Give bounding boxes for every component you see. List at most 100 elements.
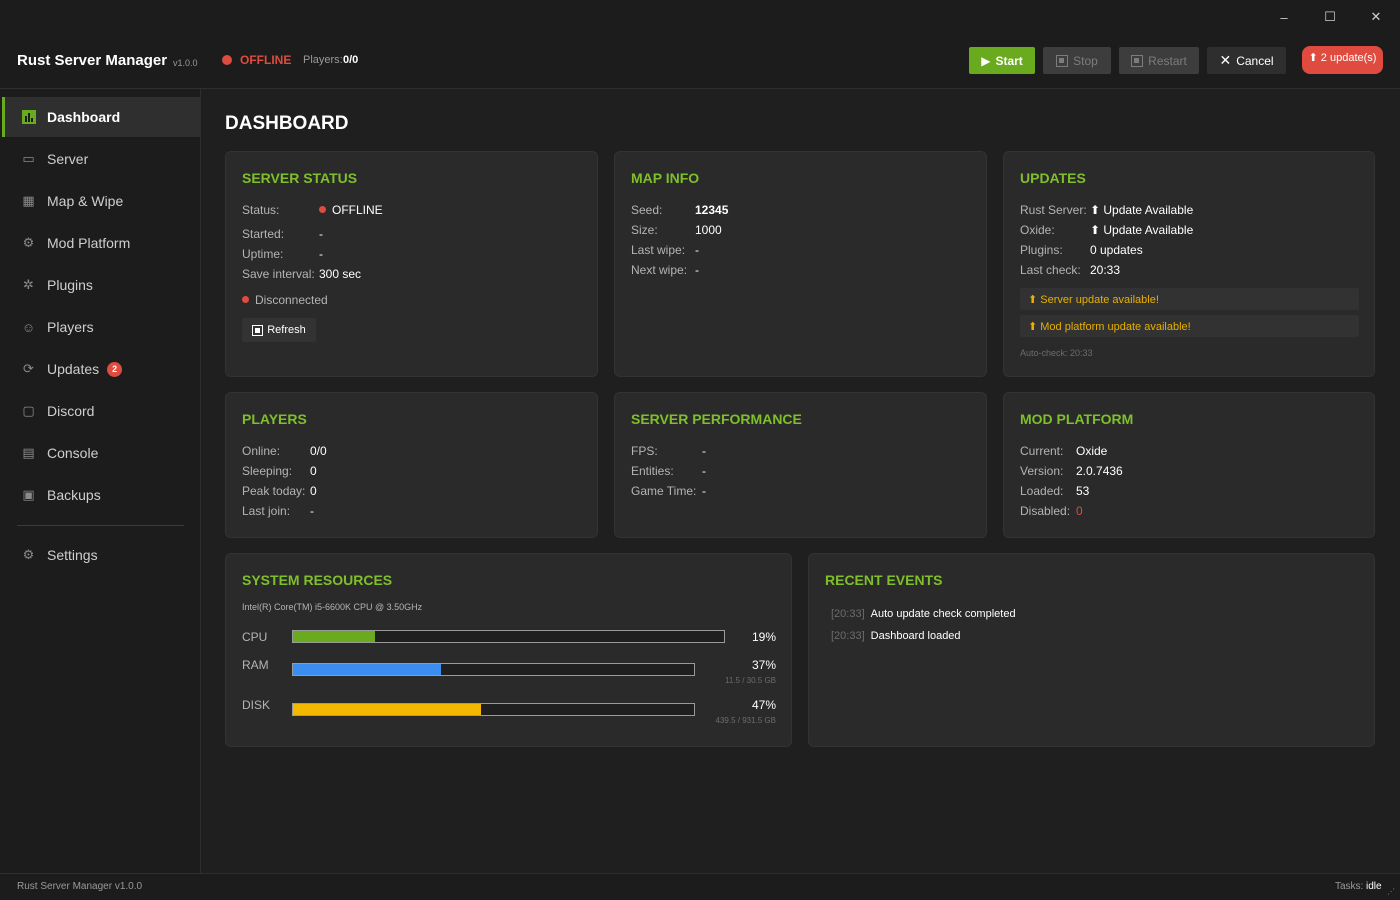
- stop-icon: [1056, 54, 1069, 67]
- save-interval-row: Save interval: 300 sec: [242, 267, 362, 281]
- fps-row: FPS: -: [631, 444, 706, 458]
- minimize-button[interactable]: –: [1261, 0, 1307, 34]
- cpu-usage-fill: [293, 631, 375, 642]
- seed-row: Seed: 12345: [631, 203, 729, 217]
- dashboard-icon: [20, 109, 37, 126]
- plugins-update-row: Plugins: 0 updates: [1020, 243, 1143, 257]
- sidebar-item-plugins[interactable]: ✲ Plugins: [2, 265, 200, 305]
- status-bar: Rust Server Manager v1.0.0 Tasks: idle ⋰: [0, 873, 1400, 900]
- close-window-button[interactable]: ✕: [1353, 0, 1399, 34]
- players-card: PLAYERS Online: 0/0 Sleeping: 0 Peak today…: [225, 392, 598, 538]
- loaded-row: Loaded: 53: [1020, 484, 1090, 498]
- cancel-button-label: Cancel: [1236, 53, 1274, 68]
- system-resources-card: SYSTEM RESOURCES Intel(R) Core(TM) i5-66…: [225, 553, 792, 747]
- cpu-percent: 19%: [751, 630, 776, 644]
- size-row: Size: 1000: [631, 223, 722, 237]
- tasks-status: idle: [1366, 881, 1382, 892]
- disk-label: DISK: [242, 698, 271, 712]
- sidebar-item-label: Updates: [47, 361, 100, 377]
- disk-usage-fill: [293, 704, 482, 715]
- next-wipe-row: Next wipe: -: [631, 263, 699, 277]
- tasks-label: Tasks:: [1335, 881, 1364, 892]
- title-bar: – ☐ ✕: [0, 0, 1400, 34]
- recent-events-card: RECENT EVENTS [20:33] Auto update check c…: [808, 553, 1375, 747]
- app-version: v1.0.0: [173, 58, 198, 68]
- updates-icon: ⟳: [23, 361, 34, 376]
- updates-card: UPDATES Rust Server: ⬆ Update Available O…: [1003, 151, 1375, 377]
- page-title: DASHBOARD: [225, 113, 349, 134]
- app-header: Rust Server Manager v1.0.0 OFFLINE Playe…: [0, 34, 1400, 89]
- maximize-button[interactable]: ☐: [1307, 0, 1353, 34]
- platform-version-row: Version: 2.0.7436: [1020, 464, 1123, 478]
- last-wipe-row: Last wipe: -: [631, 243, 699, 257]
- peak-today-row: Peak today: 0: [242, 484, 317, 498]
- resize-grip-icon[interactable]: ⋰: [1387, 887, 1397, 897]
- sidebar-item-dashboard[interactable]: Dashboard: [2, 97, 200, 137]
- server-update-alert[interactable]: ⬆ Server update available!: [1020, 288, 1359, 310]
- sidebar-item-label: Players: [47, 319, 94, 335]
- sidebar-item-map-wipe[interactable]: ▦ Map & Wipe: [2, 181, 200, 221]
- updates-button[interactable]: ⬆ 2 update(s): [1302, 46, 1383, 74]
- sleeping-row: Sleeping: 0: [242, 464, 317, 478]
- oxide-update-row: Oxide: ⬆ Update Available: [1020, 223, 1194, 237]
- start-button[interactable]: ▶ Start: [969, 47, 1035, 74]
- game-time-row: Game Time: -: [631, 484, 706, 498]
- play-icon: ▶: [981, 53, 991, 68]
- status-dot-icon: [222, 55, 232, 65]
- online-row: Online: 0/0: [242, 444, 327, 458]
- event-item: [20:33] Auto update check completed: [831, 608, 1016, 620]
- map-icon: ▦: [22, 193, 35, 208]
- status-row: Status: OFFLINE: [242, 203, 383, 217]
- card-title: MOD PLATFORM: [1020, 411, 1134, 427]
- status-bar-app-version: Rust Server Manager v1.0.0: [17, 881, 143, 892]
- sidebar-item-updates[interactable]: ⟳ Updates 2: [2, 349, 200, 389]
- disabled-row: Disabled: 0: [1020, 504, 1083, 518]
- ram-usage-fill: [293, 664, 442, 675]
- server-icon: ▭: [22, 151, 35, 166]
- card-title: SERVER PERFORMANCE: [631, 411, 802, 427]
- status-value: OFFLINE: [332, 203, 383, 217]
- refresh-icon: [252, 324, 264, 336]
- sidebar-item-label: Settings: [47, 547, 98, 563]
- sidebar-item-server[interactable]: ▭ Server: [2, 139, 200, 179]
- stop-button-label: Stop: [1073, 53, 1098, 68]
- console-icon: ▤: [22, 445, 35, 460]
- app-title: Rust Server Manager: [17, 52, 168, 69]
- disk-percent: 47%: [751, 698, 776, 712]
- players-count: 0/0: [343, 54, 359, 66]
- sidebar-item-label: Plugins: [47, 277, 93, 293]
- uptime-row: Uptime: -: [242, 247, 323, 261]
- refresh-button[interactable]: Refresh: [242, 318, 316, 342]
- sidebar-item-mod-platform[interactable]: ⚙ Mod Platform: [2, 223, 200, 263]
- card-title: RECENT EVENTS: [825, 572, 943, 588]
- connection-status: Disconnected: [242, 293, 328, 307]
- sidebar-item-label: Console: [47, 445, 99, 461]
- disconnected-dot-icon: [242, 296, 249, 303]
- card-title: PLAYERS: [242, 411, 307, 427]
- mod-platform-update-alert[interactable]: ⬆ Mod platform update available!: [1020, 315, 1359, 337]
- stop-button[interactable]: Stop: [1043, 47, 1111, 74]
- sidebar-item-label: Map & Wipe: [47, 193, 124, 209]
- started-row: Started: -: [242, 227, 323, 241]
- current-platform-row: Current: Oxide: [1020, 444, 1108, 458]
- restart-button-label: Restart: [1148, 53, 1187, 68]
- restart-icon: [1131, 54, 1144, 67]
- map-info-card: MAP INFO Seed: 12345 Size: 1000 Last wipe:…: [614, 151, 987, 377]
- ram-detail: 11.5 / 30.5 GB: [725, 676, 776, 685]
- sidebar-item-label: Backups: [47, 487, 101, 503]
- start-button-label: Start: [995, 53, 1023, 68]
- ram-label: RAM: [242, 658, 269, 672]
- sidebar-item-players[interactable]: ☺ Players: [2, 307, 200, 347]
- card-title: UPDATES: [1020, 170, 1086, 186]
- card-title: SYSTEM RESOURCES: [242, 572, 393, 588]
- ram-usage-bar: [292, 663, 695, 676]
- sidebar-item-backups[interactable]: ▣ Backups: [2, 475, 200, 515]
- sidebar-item-console[interactable]: ▤ Console: [2, 433, 200, 473]
- sidebar-item-discord[interactable]: ▢ Discord: [2, 391, 200, 431]
- cancel-button[interactable]: ✕ Cancel: [1207, 47, 1286, 74]
- sidebar-item-settings[interactable]: ⚙ Settings: [2, 535, 200, 575]
- backups-icon: ▣: [22, 487, 35, 502]
- restart-button[interactable]: Restart: [1119, 47, 1199, 74]
- discord-icon: ▢: [22, 403, 35, 418]
- last-join-row: Last join: -: [242, 504, 314, 518]
